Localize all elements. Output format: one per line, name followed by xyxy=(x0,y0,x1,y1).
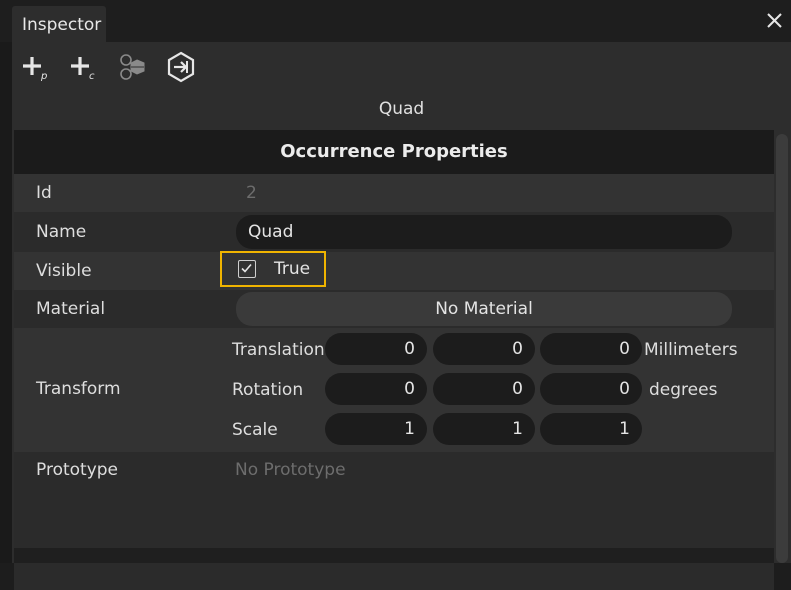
scale-z-field[interactable]: 1 xyxy=(540,413,642,445)
transform-label: Transform xyxy=(36,379,121,399)
import-icon[interactable] xyxy=(164,50,198,84)
section-header[interactable]: Occurrence Properties xyxy=(14,130,774,174)
add-component-icon[interactable]: c xyxy=(68,50,102,84)
section-title: Occurrence Properties xyxy=(280,141,508,162)
visible-value: True xyxy=(274,259,311,279)
title-bar: Inspector xyxy=(0,0,791,42)
inspector-toolbar: p c xyxy=(12,42,791,92)
translation-unit: Millimeters xyxy=(644,340,738,360)
tab-label: Inspector xyxy=(22,15,102,35)
transform-row: Transform Translation 0 0 0 Millimeters … xyxy=(14,328,774,452)
scale-x-field[interactable]: 1 xyxy=(325,413,427,445)
panel-footer xyxy=(14,548,774,563)
svg-text:p: p xyxy=(40,71,47,82)
visible-label: Visible xyxy=(36,261,92,281)
rotation-x-field[interactable]: 0 xyxy=(325,373,427,405)
id-row: Id 2 xyxy=(14,174,774,212)
scale-label: Scale xyxy=(232,420,278,440)
inspector-panel: p c Quad Occurrence Properties Id 2 Name… xyxy=(12,42,791,590)
assembly-icon[interactable] xyxy=(116,50,150,84)
add-prototype-icon[interactable]: p xyxy=(20,50,54,84)
translation-x-field[interactable]: 0 xyxy=(325,333,427,365)
rotation-label: Rotation xyxy=(232,380,304,400)
prototype-value[interactable]: No Prototype xyxy=(235,460,346,480)
selected-object-title: Quad xyxy=(378,99,425,119)
checkbox-icon[interactable] xyxy=(238,260,256,278)
material-row: Material No Material xyxy=(14,290,774,328)
prototype-row: Prototype No Prototype xyxy=(14,452,774,490)
name-field[interactable]: Quad xyxy=(236,215,732,249)
translation-y-field[interactable]: 0 xyxy=(433,333,535,365)
material-label: Material xyxy=(36,299,106,319)
rotation-y-field[interactable]: 0 xyxy=(433,373,535,405)
visible-row: Visible xyxy=(14,252,774,290)
close-icon[interactable] xyxy=(762,9,786,33)
vertical-scrollbar[interactable] xyxy=(774,130,791,563)
rotation-z-field[interactable]: 0 xyxy=(540,373,642,405)
prototype-label: Prototype xyxy=(36,460,119,480)
scale-y-field[interactable]: 1 xyxy=(433,413,535,445)
id-label: Id xyxy=(36,183,52,203)
visible-checkbox[interactable]: True xyxy=(220,251,326,287)
scrollbar-thumb[interactable] xyxy=(776,134,788,563)
material-button[interactable]: No Material xyxy=(236,292,732,326)
name-label: Name xyxy=(36,222,87,242)
property-sheet: Occurrence Properties Id 2 Name Quad Vis… xyxy=(14,130,774,590)
translation-label: Translation xyxy=(232,340,325,360)
id-value: 2 xyxy=(246,183,257,203)
svg-text:c: c xyxy=(89,71,95,82)
left-dock-edge xyxy=(0,42,12,563)
rotation-unit: degrees xyxy=(649,380,718,400)
tab-inspector[interactable]: Inspector xyxy=(12,6,106,42)
translation-z-field[interactable]: 0 xyxy=(540,333,642,365)
name-row: Name Quad xyxy=(14,212,774,252)
